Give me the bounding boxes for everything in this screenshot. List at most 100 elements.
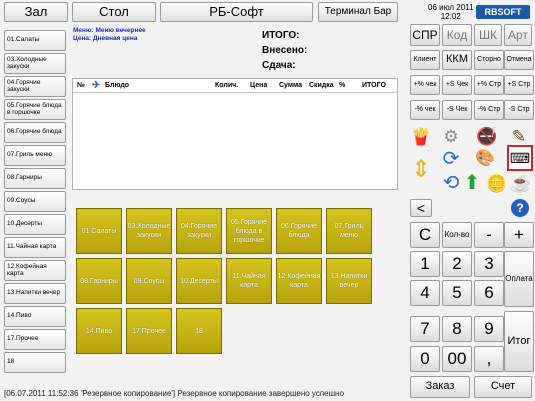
mode-article-button[interactable]: Арт [504,24,532,46]
dish-button[interactable]: 13.Напитки вечер [326,258,372,304]
minus-sum-check-button[interactable]: -S Чек [442,100,472,120]
dish-button[interactable]: 03.Холодные закуски [126,208,172,254]
storno-button[interactable]: Сторно [474,50,504,70]
plus-percent-line-button[interactable]: +% Стр [474,75,504,95]
plus-sum-check-button[interactable]: +S Чек [442,75,472,95]
dish-button[interactable]: 07.Гриль меню [326,208,372,254]
col-qty: Колич. [215,82,239,89]
clear-button[interactable]: С [410,222,440,248]
keyboard-icon[interactable]: ⌨ [507,145,533,171]
digit-5-button[interactable]: 5 [442,280,472,306]
dish-button[interactable]: 06.Горячие блюда [276,208,322,254]
dish-button[interactable]: 12.Кофейная карта [276,258,322,304]
category-button[interactable]: 07.Гриль меню [4,145,66,166]
price-list-name: Цена: Дневная цена [73,35,138,42]
col-discount: Скидка [309,82,334,89]
client-button[interactable]: Клиент [410,50,440,70]
col-sum: Сумма [279,82,303,89]
kkm-button[interactable]: ККМ [442,50,472,70]
category-button[interactable]: 09.Соусы [4,191,66,212]
quantity-button[interactable]: Кол-во [442,222,472,248]
dish-button[interactable]: 14.Пиво [76,308,122,354]
category-button[interactable]: 17.Прочее [4,329,66,350]
minus-percent-check-button[interactable]: -% чек [410,100,440,120]
refresh-arrows-icon[interactable]: ⟳ [440,148,462,170]
table-button[interactable]: Стол [72,2,156,22]
palette-icon[interactable]: 🎨 [474,148,496,170]
brand-button[interactable]: РБ-Софт [160,2,313,22]
category-button[interactable]: 10.Десерты [4,214,66,235]
green-arrow-up-icon[interactable]: ⬆ [462,172,482,194]
digit-0-button[interactable]: 0 [410,346,440,372]
category-button[interactable]: 06.Горячие блюда [4,122,66,143]
minus-button[interactable]: - [474,222,504,248]
tea-cup-icon[interactable]: ☕ [510,172,532,194]
category-button[interactable]: 03.Холодные закуски [4,53,66,74]
logo: RBSOFT [476,5,530,19]
mode-code-button[interactable]: Код [442,24,472,46]
cancel-button[interactable]: Отмена [504,50,534,70]
category-button[interactable]: 11.Чайная карта [4,237,66,258]
dish-button[interactable]: 11.Чайная карта [226,258,272,304]
menu-name: Меню: Меню вечернее [73,27,146,34]
total-label: ИТОГО: [262,30,300,41]
plus-percent-check-button[interactable]: +% чек [410,75,440,95]
col-percent: % [339,82,346,89]
hall-button[interactable]: Зал [4,2,68,22]
fries-icon[interactable]: 🍟 [410,125,432,147]
plus-button[interactable]: + [504,222,534,248]
pay-button[interactable]: Оплата [504,251,534,307]
plus-sum-line-button[interactable]: +S Стр [504,75,534,95]
dish-button[interactable]: 18 [176,308,222,354]
coins-icon[interactable]: 🪙 [486,172,508,194]
dish-button[interactable]: 09.Соусы [126,258,172,304]
col-dish: Блюдо [105,82,130,89]
help-icon[interactable]: ? [511,199,529,217]
gear-icon[interactable]: ⚙ [440,125,462,147]
dish-button[interactable]: 04.Горячие закуски [176,208,222,254]
dish-button[interactable]: 01.Салаты [76,208,122,254]
digit-9-button[interactable]: 9 [474,316,504,342]
digit-3-button[interactable]: 3 [474,251,504,277]
digit-6-button[interactable]: 6 [474,280,504,306]
decimal-button[interactable]: , [474,346,504,372]
no-smoking-icon[interactable]: 🚭 [476,125,498,147]
category-button[interactable]: 04.Горячие закуски [4,76,66,97]
category-button[interactable]: 05.Горячие блюда в горшочке [4,99,66,120]
category-button[interactable]: 12.Кофейная карта [4,260,66,281]
up-down-arrows-icon[interactable]: ⇕ [410,148,432,192]
digit-7-button[interactable]: 7 [410,316,440,342]
category-button[interactable]: 18 [4,352,66,373]
order-table[interactable]: № ✈ Блюдо Колич. Цена Сумма Скидка % ИТО… [72,78,398,190]
dish-button[interactable]: 17.Прочее [126,308,172,354]
category-button[interactable]: 01.Салаты [4,30,66,51]
mode-barcode-button[interactable]: ШК [474,24,502,46]
digit-4-button[interactable]: 4 [410,280,440,306]
status-bar: [06.07.2011 11:52:36 'Резервное копирова… [4,389,344,398]
dish-button[interactable]: 08.Гарниры [76,258,122,304]
datetime: 06 июл 2011 12:02 [428,3,474,21]
category-button[interactable]: 08.Гарниры [4,168,66,189]
total-button[interactable]: Итог [504,311,534,372]
digit-00-button[interactable]: 00 [442,346,472,372]
pencil-icon[interactable]: ✎ [508,125,530,147]
paid-label: Внесено: [262,45,308,56]
minus-sum-line-button[interactable]: -S Стр [504,100,534,120]
bill-button[interactable]: Счет [474,376,532,398]
dish-button[interactable]: 10.Десерты [176,258,222,304]
back-arrow-icon[interactable]: < [410,199,432,217]
refresh-lower-icon[interactable]: ⟲ [440,172,462,194]
order-table-header: № ✈ Блюдо Колич. Цена Сумма Скидка % ИТО… [73,79,397,93]
change-label: Сдача: [262,60,296,71]
digit-8-button[interactable]: 8 [442,316,472,342]
dish-button[interactable]: 05.Горячие блюда в горшочке [226,208,272,254]
digit-2-button[interactable]: 2 [442,251,472,277]
terminal-button[interactable]: Терминал Бар [318,2,398,22]
minus-percent-line-button[interactable]: -% Стр [474,100,504,120]
category-button[interactable]: 14.Пиво [4,306,66,327]
mode-spr-button[interactable]: СПР [410,24,440,46]
menu-info: Меню: Меню вечернее Цена: Дневная цена [73,27,146,43]
digit-1-button[interactable]: 1 [410,251,440,277]
category-button[interactable]: 13.Напитки вечер [4,283,66,304]
order-button[interactable]: Заказ [410,376,470,398]
